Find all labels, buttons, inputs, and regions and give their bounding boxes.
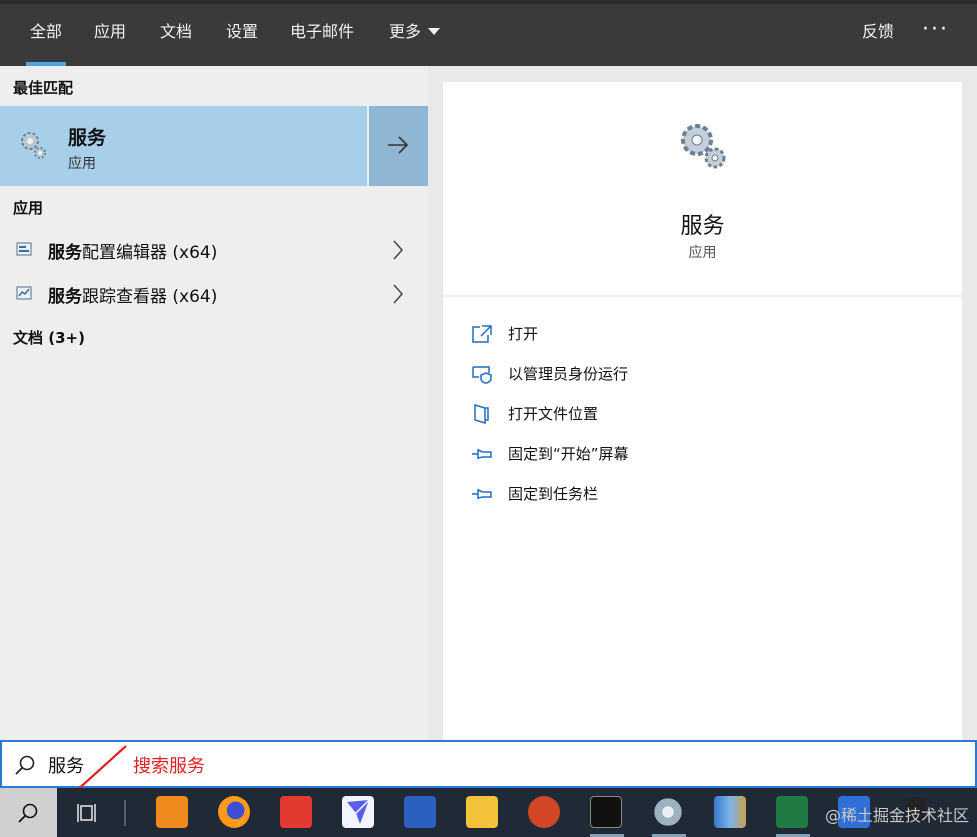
feishu-glyph-icon: [347, 799, 370, 824]
chevron-down-icon: [428, 28, 441, 35]
app-label-rest: 配置编辑器 (x64): [82, 243, 218, 263]
file-location-icon: [474, 404, 489, 424]
action-label: 固定到任务栏: [508, 485, 599, 503]
app-icon: [16, 286, 32, 300]
best-match-item[interactable]: 服务 应用: [0, 106, 428, 186]
winrar-icon[interactable]: [714, 796, 746, 828]
divider: [443, 295, 962, 297]
tab-email[interactable]: 电子邮件: [286, 0, 358, 66]
taskbar-divider: [124, 800, 126, 826]
detail-subtitle: 应用: [688, 245, 717, 261]
powerpoint-icon[interactable]: [528, 796, 560, 828]
feishu-icon[interactable]: [342, 796, 374, 828]
open-icon: [472, 325, 492, 343]
results-panel: 最佳匹配 服务 应用 应用 服务配置编辑器 (x64) 服务跟踪查看器 (x64…: [0, 66, 428, 740]
tab-all[interactable]: 全部: [26, 0, 67, 66]
apps-header: 应用: [13, 199, 44, 217]
open-details-button[interactable]: [369, 106, 428, 186]
excel-icon[interactable]: [776, 796, 808, 828]
tab-docs[interactable]: 文档: [156, 0, 196, 66]
pin-icon: [472, 489, 492, 499]
search-box[interactable]: 服务 搜索服务: [0, 740, 977, 807]
best-match-subtitle: 应用: [68, 156, 96, 172]
services-gear-icon: [21, 132, 46, 159]
taskbar: @稀土掘金技术社区: [0, 788, 977, 837]
youdao-icon[interactable]: [280, 796, 312, 828]
tab-more-label: 更多: [389, 22, 422, 41]
word-icon[interactable]: [404, 796, 436, 828]
annotation-label: 搜索服务: [133, 756, 205, 777]
best-match-title: 服务: [68, 127, 107, 149]
firefox-icon[interactable]: [218, 796, 250, 828]
more-options-button[interactable]: ···: [922, 0, 949, 60]
detail-title: 服务: [680, 214, 725, 239]
uc-browser-icon[interactable]: [156, 796, 188, 828]
terminal-icon[interactable]: [590, 796, 622, 828]
search-icon: [18, 803, 38, 823]
tab-settings[interactable]: 设置: [222, 0, 262, 66]
file-explorer-icon[interactable]: [466, 796, 498, 828]
services-icon[interactable]: [652, 796, 684, 828]
arrow-right-icon: [388, 136, 409, 154]
chevron-right-icon: [393, 284, 404, 304]
pin-icon: [472, 449, 492, 459]
shield-icon: [472, 366, 492, 384]
app-label: 服务跟踪查看器 (x64): [48, 282, 217, 307]
tab-more[interactable]: 更多: [385, 0, 444, 66]
tab-apps[interactable]: 应用: [90, 0, 130, 66]
search-icon: [15, 755, 35, 775]
app-label-rest: 跟踪查看器 (x64): [82, 287, 218, 307]
app-label: 服务配置编辑器 (x64): [48, 238, 217, 263]
watermark: @稀土掘金技术社区: [824, 806, 969, 825]
task-view-icon[interactable]: [76, 802, 100, 824]
taskbar-search-button[interactable]: [0, 788, 57, 837]
search-filter-tabs: 全部 应用 文档 设置 电子邮件 更多 反馈 ···: [0, 0, 977, 66]
chevron-right-icon: [393, 240, 404, 260]
feedback-button[interactable]: 反馈: [858, 0, 898, 66]
action-label: 打开: [508, 325, 539, 343]
app-label-match: 服务: [48, 243, 82, 263]
services-gear-icon: [681, 124, 726, 169]
app-label-match: 服务: [48, 287, 82, 307]
list-item[interactable]: 服务跟踪查看器 (x64): [0, 272, 428, 316]
detail-panel: 服务 应用 打开 以管理员身份运行 打开文件位置 固定到“开始”屏幕 固定到任务…: [443, 82, 962, 740]
app-icon: [16, 242, 32, 256]
best-match-header: 最佳匹配: [13, 79, 74, 97]
list-item[interactable]: 服务配置编辑器 (x64): [0, 228, 428, 272]
docs-header[interactable]: 文档 (3+): [13, 327, 85, 348]
best-match-main[interactable]: 服务 应用: [0, 106, 367, 186]
action-label: 以管理员身份运行: [508, 365, 629, 383]
action-label: 固定到“开始”屏幕: [508, 445, 629, 463]
action-label: 打开文件位置: [508, 405, 599, 423]
